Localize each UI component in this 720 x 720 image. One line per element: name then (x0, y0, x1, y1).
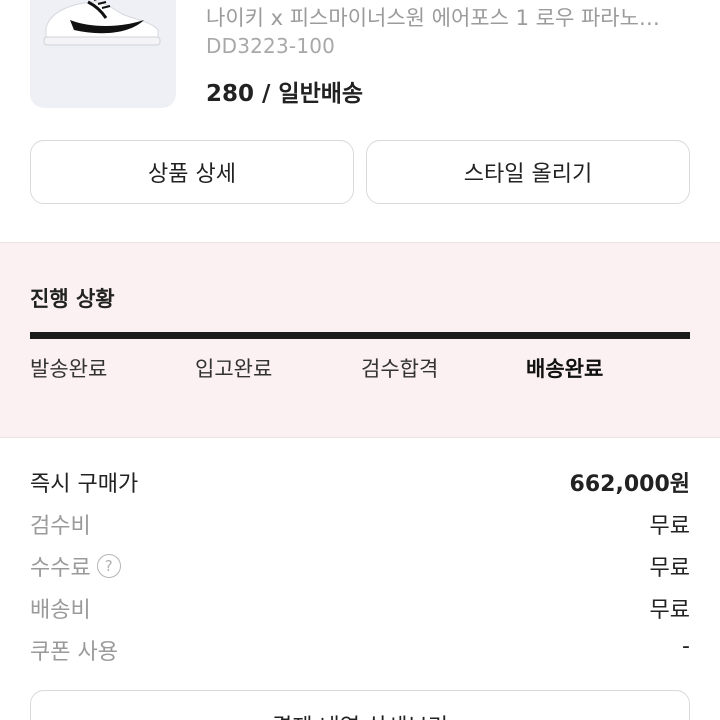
price-row-value: 무료 (649, 556, 690, 581)
price-row-inspection-fee: 검수비 무료 (30, 504, 690, 546)
product-code: DD3223-100 (206, 34, 336, 58)
price-row-coupon: 쿠폰 사용 - (30, 630, 690, 672)
price-row-commission: 수수료 ? 무료 (30, 546, 690, 588)
progress-step: 발송완료 (30, 357, 108, 381)
progress-step: 입고완료 (195, 357, 273, 381)
price-row-label: 검수비 (30, 514, 91, 539)
product-option: 280 / 일반배송 (206, 81, 364, 107)
upload-style-button[interactable]: 스타일 올리기 (366, 140, 690, 204)
price-row-label: 수수료 (30, 556, 91, 581)
progress-step: 배송완료 (526, 357, 604, 381)
price-row-value: 무료 (649, 514, 690, 539)
product-summary: 나이키 x 피스마이너스원 에어포스 1 로우 파라노… DD3223-100 … (0, 0, 720, 120)
help-icon[interactable]: ? (96, 554, 121, 578)
progress-section: 진행 상황 발송완료 입고완료 검수합격 배송완료 (0, 242, 720, 438)
price-row-shipping-fee: 배송비 무료 (30, 588, 690, 630)
price-row-value: - (682, 634, 690, 659)
price-row-label: 쿠폰 사용 (30, 640, 118, 665)
price-row-label: 배송비 (30, 598, 91, 623)
progress-track (30, 332, 690, 339)
product-thumbnail[interactable] (30, 0, 176, 108)
price-row-label: 즉시 구매가 (30, 472, 139, 497)
product-detail-button[interactable]: 상품 상세 (30, 140, 354, 204)
sneaker-image (43, 0, 161, 46)
price-row-value: 662,000원 (569, 472, 690, 497)
payment-detail-button[interactable]: 결제 내역 상세보기 (30, 690, 690, 720)
product-name: 나이키 x 피스마이너스원 에어포스 1 로우 파라노… (206, 6, 660, 30)
price-row-instant-buy: 즉시 구매가 662,000원 (30, 462, 690, 504)
progress-track-fill (30, 332, 690, 339)
progress-title: 진행 상황 (30, 287, 115, 311)
progress-step: 검수합격 (361, 357, 439, 381)
price-breakdown: 즉시 구매가 662,000원 검수비 무료 수수료 ? 무료 배송비 무료 쿠… (30, 462, 690, 672)
price-row-label-wrap: 수수료 ? (30, 550, 121, 582)
action-buttons: 상품 상세 스타일 올리기 (30, 140, 690, 204)
price-row-value: 무료 (649, 598, 690, 623)
